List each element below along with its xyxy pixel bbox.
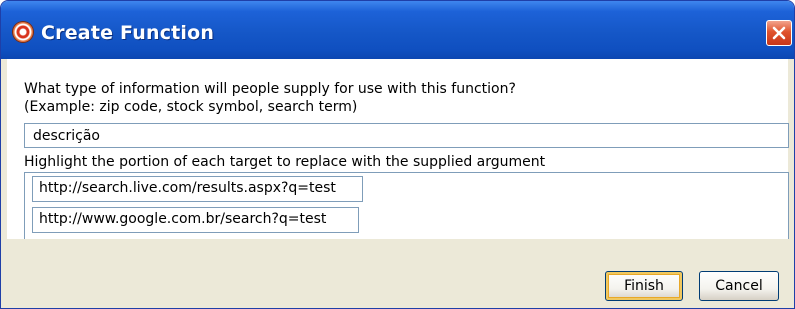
window-title: Create Function [41,22,215,44]
argument-example: (Example: zip code, stock symbol, search… [24,99,358,115]
close-icon [772,26,786,40]
title-bar[interactable]: Create Function [1,1,794,59]
function-target-icon [13,22,33,42]
targets-list: http://search.live.com/results.aspx?q=te… [24,172,789,240]
dialog-content: What type of information will people sup… [7,59,789,240]
argument-name-input[interactable] [24,123,789,148]
target-url-field[interactable]: http://www.google.com.br/search?q=test [32,207,359,233]
button-bar: Finish Cancel [1,239,794,308]
argument-question: What type of information will people sup… [24,81,516,97]
cancel-button[interactable]: Cancel [699,271,779,301]
create-function-dialog: Create Function What type of information… [0,0,795,309]
close-button[interactable] [766,20,792,46]
finish-button[interactable]: Finish [605,271,683,301]
target-url-field[interactable]: http://search.live.com/results.aspx?q=te… [32,176,363,202]
highlight-instruction: Highlight the portion of each target to … [24,154,546,170]
